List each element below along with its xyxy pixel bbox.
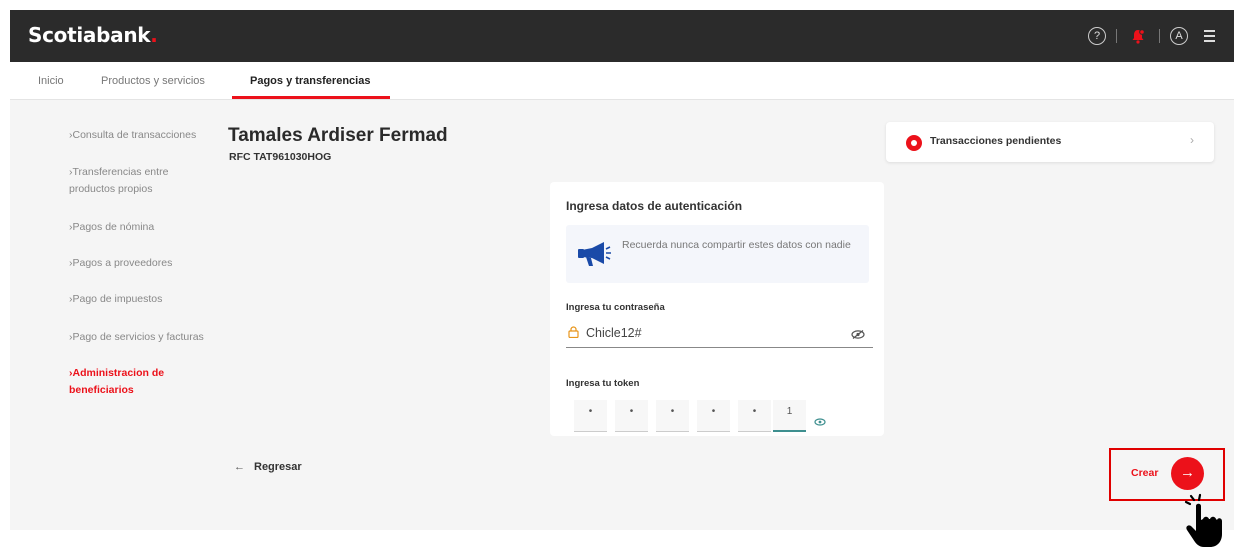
tab-productos-y-servicios[interactable]: Productos y servicios [101,62,205,100]
sidebar-item-pagos-a-proveedores[interactable]: ›Pagos a proveedores [69,255,172,272]
auth-title: Ingresa datos de autenticación [566,199,743,213]
sidebar-item-label: ›Pago de impuestos [69,293,163,305]
active-tab-indicator [232,96,390,99]
chevron-right-icon: › [1190,133,1194,147]
sidebar-item-label: beneficiarios [69,384,134,396]
sidebar-item-label: ›Pagos de nómina [69,221,155,233]
sidebar-item-administracion-de-beneficiarios[interactable]: ›Administracion de beneficiarios [69,365,164,399]
main-nav: Inicio Productos y servicios Pagos y tra… [10,62,1234,100]
top-header: Scotiabank. ? A [10,10,1234,62]
create-button[interactable]: → [1171,457,1204,490]
sidebar-item-label: ›Consulta de transacciones [69,129,197,141]
sidebar-item-label: ›Transferencias entre [69,166,169,178]
password-field[interactable]: Chicle12# [566,316,873,348]
sidebar-item-pago-de-impuestos[interactable]: ›Pago de impuestos [69,291,162,308]
arrow-left-icon: ← [234,461,245,473]
password-value: Chicle12# [586,326,642,340]
sidebar-item-pago-de-servicios[interactable]: ›Pago de servicios y facturas [69,329,204,346]
logo-text: Scotiabank [28,23,151,47]
notification-bell-icon[interactable] [1127,25,1149,47]
create-label[interactable]: Crear [1131,467,1158,479]
sidebar-item-pagos-de-nomina[interactable]: ›Pagos de nómina [69,219,154,236]
security-notice: Recuerda nunca compartir estes datos con… [566,225,869,283]
sidebar-item-transferencias-entre-productos[interactable]: ›Transferencias entre productos propios [69,164,168,198]
logo-dot: . [150,23,158,47]
pending-transactions-card[interactable]: Transacciones pendientes › [886,122,1214,162]
header-separator [1116,29,1117,43]
lock-icon [568,326,579,338]
help-icon[interactable]: ? [1088,27,1106,45]
header-separator [1159,29,1160,43]
sidebar-item-label: ›Pago de servicios y facturas [69,331,204,343]
customer-rfc: RFC TAT961030HOG [229,151,332,163]
menu-icon[interactable] [1198,25,1220,47]
tab-inicio[interactable]: Inicio [38,62,64,100]
header-icons: ? A [1088,24,1220,48]
customer-name: Tamales Ardiser Fermad [228,125,448,146]
app-window: Scotiabank. ? A Inicio Productos y servi… [10,10,1234,530]
back-label: Regresar [254,461,302,473]
token-digit-2[interactable]: • [615,400,648,432]
sidebar-item-consulta-de-transacciones[interactable]: ›Consulta de transacciones [69,127,196,144]
sidebar-item-label: ›Pagos a proveedores [69,257,173,269]
security-notice-text: Recuerda nunca compartir estes datos con… [622,239,851,251]
scotiabank-logo[interactable]: Scotiabank. [28,23,158,47]
token-digit-1[interactable]: • [574,400,607,432]
token-digit-3[interactable]: • [656,400,689,432]
token-digit-5[interactable]: • [738,400,771,432]
toggle-token-visibility-icon[interactable] [814,418,826,426]
authentication-panel: Ingresa datos de autenticación Recuerda … [550,182,884,436]
megaphone-icon [578,242,611,266]
pointer-hand-icon [1184,493,1222,547]
pending-transactions-label: Transacciones pendientes [930,135,1062,147]
pending-alert-icon [906,135,922,151]
sidebar-item-label: productos propios [69,183,153,195]
toggle-password-visibility-icon[interactable] [851,330,865,339]
sidebar-item-label: ›Administracion de [69,367,165,379]
arrow-right-icon: → [1180,464,1195,481]
token-digit-4[interactable]: • [697,400,730,432]
password-label: Ingresa tu contraseña [566,302,665,313]
token-digit-6[interactable]: 1 [773,400,806,432]
back-button[interactable]: ← Regresar [234,461,302,473]
user-avatar-icon[interactable]: A [1170,27,1188,45]
tab-pagos-y-transferencias[interactable]: Pagos y transferencias [250,62,370,100]
token-label: Ingresa tu token [566,378,640,389]
